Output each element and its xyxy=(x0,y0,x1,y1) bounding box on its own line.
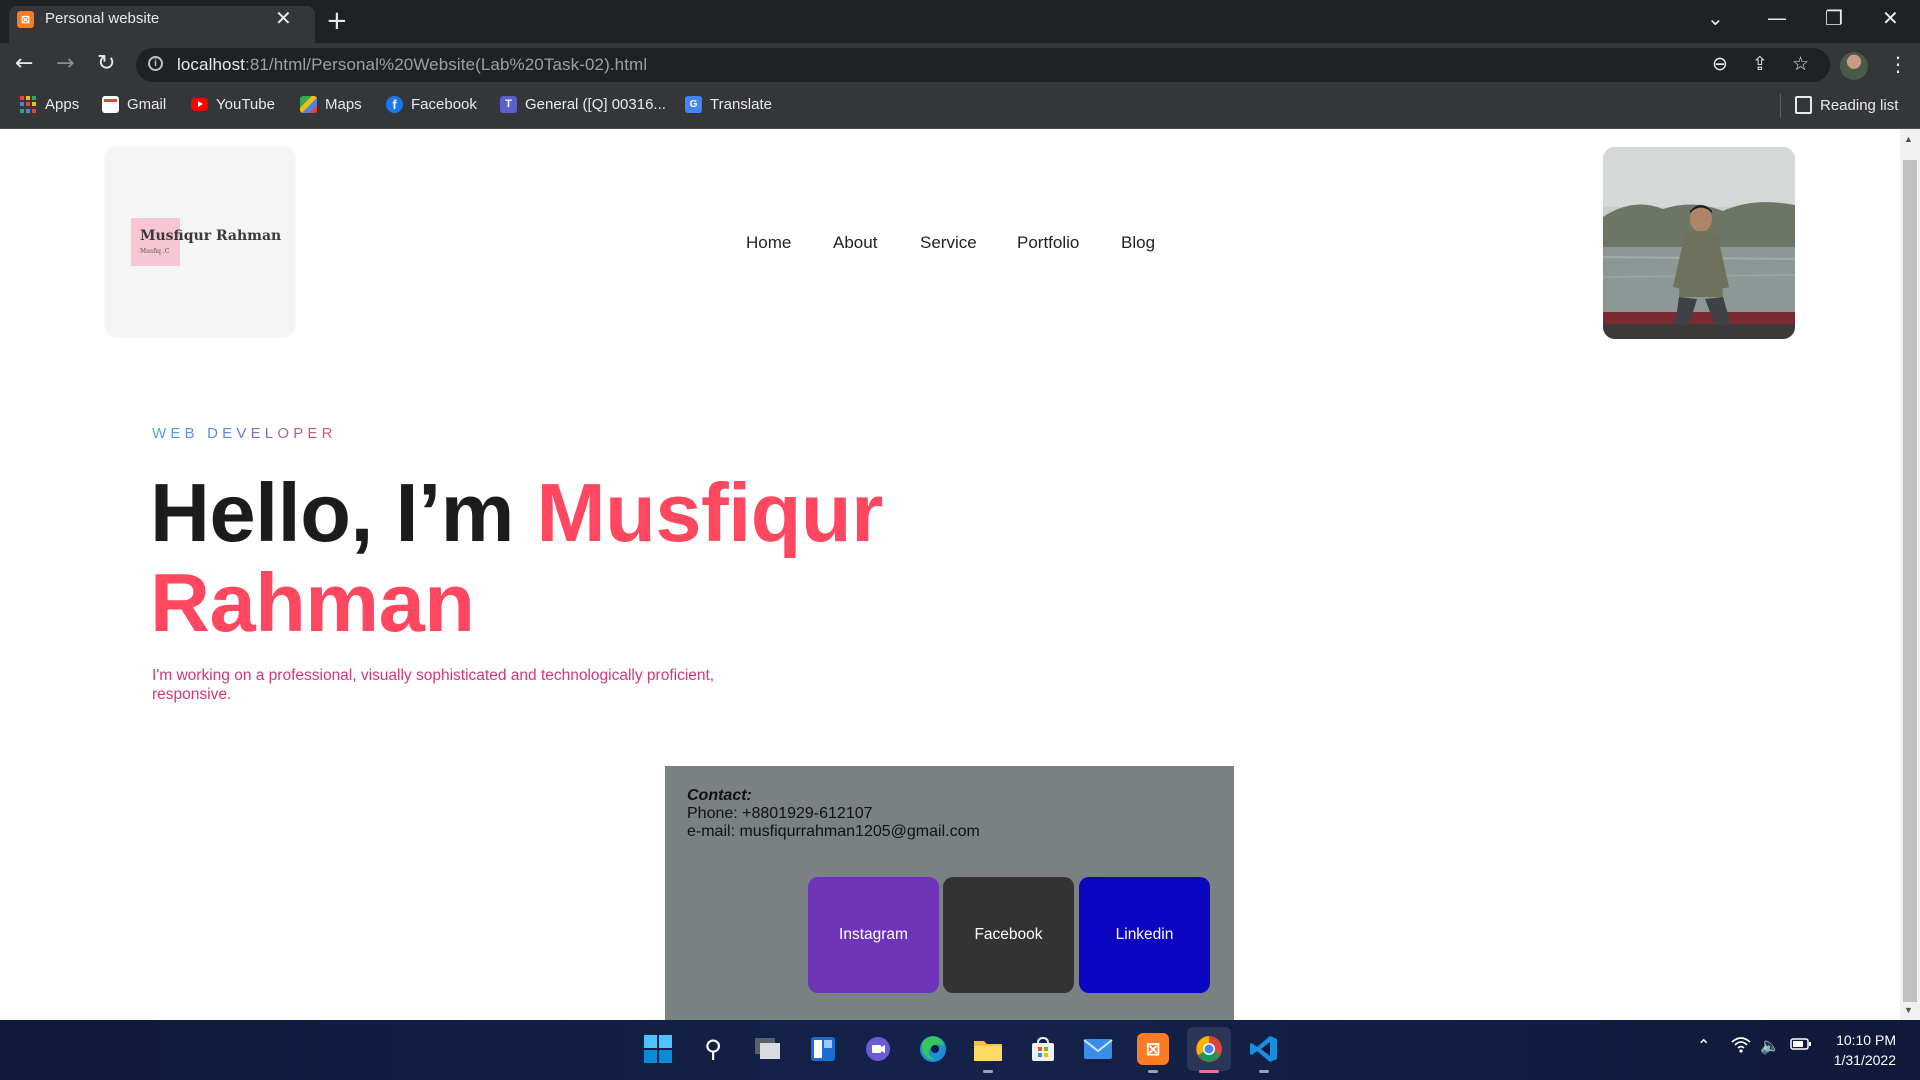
xampp-running-indicator xyxy=(1148,1070,1158,1073)
scroll-down-arrow-icon[interactable]: ▼ xyxy=(1904,1005,1913,1015)
widgets-icon[interactable] xyxy=(807,1033,839,1065)
wifi-icon[interactable] xyxy=(1731,1036,1751,1058)
nav-service[interactable]: Service xyxy=(920,233,977,253)
bookmark-facebook[interactable]: f Facebook xyxy=(386,96,477,113)
bookmark-translate[interactable]: G Translate xyxy=(685,96,772,113)
hero-tagline: I'm working on a professional, visually … xyxy=(152,667,715,703)
hero-name-first: Musfiqur xyxy=(536,466,884,559)
tab-title: Personal website xyxy=(45,10,160,27)
task-view-icon[interactable] xyxy=(752,1033,784,1065)
profile-photo-image xyxy=(1603,147,1795,339)
menu-kebab-icon[interactable]: ⋮ xyxy=(1888,52,1908,76)
share-icon[interactable]: ⇪ xyxy=(1752,53,1768,75)
bookmarks-bar xyxy=(0,86,1920,129)
gmail-icon xyxy=(102,96,119,113)
xampp-icon[interactable]: ⊠ xyxy=(1137,1033,1169,1065)
bookmarks-divider xyxy=(1780,94,1781,118)
bookmark-label: Facebook xyxy=(411,96,477,113)
translate-icon: G xyxy=(685,96,702,113)
chrome-icon[interactable] xyxy=(1193,1033,1225,1065)
reading-list-button[interactable]: Reading list xyxy=(1795,96,1898,114)
nav-home[interactable]: Home xyxy=(746,233,791,253)
reload-icon[interactable]: ↻ xyxy=(97,50,115,78)
logo-name: Musfiqur Rahman xyxy=(140,228,282,244)
youtube-icon xyxy=(191,98,208,111)
contact-phone: Phone: +8801929-612107 xyxy=(687,805,873,822)
forward-arrow-icon[interactable]: → xyxy=(56,50,74,78)
facebook-icon: f xyxy=(386,96,403,113)
tab-search-chevron-down-icon[interactable]: ⌄ xyxy=(1707,4,1724,32)
hero-heading: Hello, I’m Musfiqur Rahman xyxy=(150,468,1050,648)
bookmark-label: Apps xyxy=(45,96,80,113)
facebook-button[interactable]: Facebook xyxy=(943,877,1074,993)
file-explorer-running-indicator xyxy=(983,1070,993,1073)
nav-blog[interactable]: Blog xyxy=(1121,233,1155,253)
chrome-active-indicator xyxy=(1199,1070,1219,1073)
teams-chat-icon[interactable] xyxy=(862,1033,894,1065)
reading-list-label: Reading list xyxy=(1820,96,1899,114)
bookmark-label: Maps xyxy=(325,96,362,113)
contact-heading: Contact: xyxy=(687,787,752,804)
profile-photo xyxy=(1603,147,1795,339)
bookmark-gmail[interactable]: Gmail xyxy=(102,96,166,113)
bookmark-label: Translate xyxy=(710,96,772,113)
edge-browser-icon[interactable] xyxy=(917,1033,949,1065)
clock-date: 1/31/2022 xyxy=(1833,1052,1896,1068)
zoom-icon[interactable]: ⊖ xyxy=(1712,53,1728,75)
tab-close-icon[interactable]: ✕ xyxy=(275,7,292,29)
bookmark-label: General ([Q] 00316... xyxy=(525,96,666,113)
nav-about[interactable]: About xyxy=(833,233,877,253)
xampp-favicon-icon: ⊠ xyxy=(17,11,34,28)
logo-subtext: Musfiq .C xyxy=(140,248,170,255)
scroll-up-arrow-icon[interactable]: ▲ xyxy=(1904,134,1913,144)
contact-email: e-mail: musfiqurrahman1205@gmail.com xyxy=(687,823,980,840)
teams-icon: T xyxy=(500,96,517,113)
windows-taskbar xyxy=(0,1020,1920,1080)
profile-avatar[interactable] xyxy=(1840,52,1868,80)
nav-portfolio[interactable]: Portfolio xyxy=(1017,233,1079,253)
bookmark-label: YouTube xyxy=(216,96,275,113)
back-arrow-icon[interactable]: ← xyxy=(15,50,33,78)
minimize-icon[interactable]: — xyxy=(1767,4,1787,32)
microsoft-store-icon[interactable] xyxy=(1027,1033,1059,1065)
vscode-icon[interactable] xyxy=(1248,1033,1280,1065)
file-explorer-icon[interactable] xyxy=(972,1033,1004,1065)
bookmark-label: Gmail xyxy=(127,96,167,113)
vscode-running-indicator xyxy=(1259,1070,1269,1073)
hero-greeting: Hello, I’m xyxy=(150,466,537,559)
site-info-icon[interactable]: i xyxy=(148,56,163,71)
hero-name-last: Rahman xyxy=(150,556,475,649)
bookmark-maps[interactable]: Maps xyxy=(300,96,362,113)
hero-subtitle: WEB DEVELOPER xyxy=(152,425,337,442)
scrollbar-thumb[interactable] xyxy=(1903,160,1917,1002)
battery-icon[interactable] xyxy=(1790,1036,1812,1056)
bookmark-apps[interactable]: Apps xyxy=(20,96,79,113)
close-window-icon[interactable]: ✕ xyxy=(1882,4,1899,32)
reading-list-icon xyxy=(1795,96,1812,114)
linkedin-button[interactable]: Linkedin xyxy=(1079,877,1210,993)
system-clock[interactable]: 10:10 PM 1/31/2022 xyxy=(1812,1030,1896,1070)
mail-icon[interactable] xyxy=(1082,1033,1114,1065)
apps-grid-icon xyxy=(20,96,37,113)
search-icon[interactable]: ⚲ xyxy=(697,1033,729,1065)
clock-time: 10:10 PM xyxy=(1836,1032,1896,1048)
volume-icon[interactable]: 🔈 xyxy=(1760,1036,1780,1055)
bookmark-youtube[interactable]: YouTube xyxy=(191,96,275,113)
tray-chevron-up-icon[interactable]: ⌃ xyxy=(1697,1036,1710,1055)
restore-icon[interactable]: ❐ xyxy=(1825,4,1843,32)
bookmark-teams-general[interactable]: T General ([Q] 00316... xyxy=(500,96,666,113)
new-tab-button[interactable]: + xyxy=(326,6,348,36)
url-text[interactable]: localhost:81/html/Personal%20Website(Lab… xyxy=(177,55,647,75)
bookmark-star-icon[interactable]: ☆ xyxy=(1792,53,1809,75)
instagram-button[interactable]: Instagram xyxy=(808,877,939,993)
windows-start-icon[interactable] xyxy=(642,1033,674,1065)
maps-icon xyxy=(300,96,317,113)
